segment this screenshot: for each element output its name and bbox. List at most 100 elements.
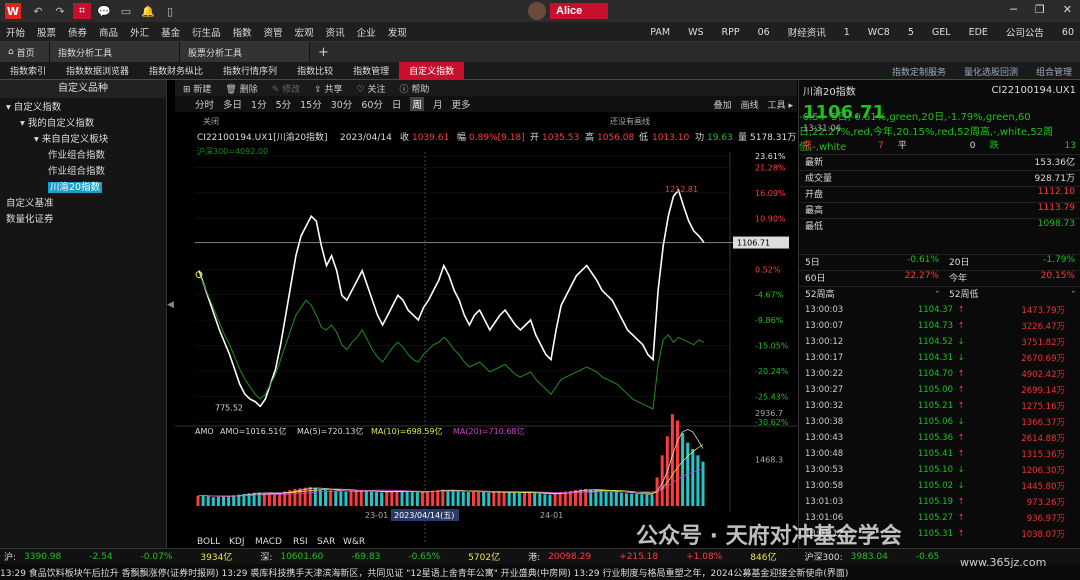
toolbar-button[interactable]: ✎ 修改 [272,82,300,95]
sub-link[interactable]: 量化选股回测 [964,65,1018,78]
tick-row[interactable]: 13:00:17 1104.31 ↓ 2670.69万 [799,350,1080,366]
tab-index-analysis[interactable]: 指数分析工具 [50,42,180,62]
volume-bar [538,493,542,506]
subtab[interactable]: 指数财务纵比 [139,62,213,80]
period-tab[interactable]: 30分 [331,97,353,111]
toolbar-button[interactable]: ⇪ 共享 [314,82,342,95]
period-tab[interactable]: 60分 [361,97,383,111]
doc-icon[interactable]: ▯ [161,3,179,19]
subtab[interactable]: 自定义指数 [399,61,465,80]
tree-node[interactable]: ▾ 来自自定义板块 [0,132,166,148]
tree-node[interactable]: 自定义基准 [0,196,166,212]
quick-code[interactable]: 公司公告 [1006,25,1044,39]
menu-item[interactable]: 开始 [0,25,31,39]
chart-tool[interactable]: 工具 ▸ [768,98,793,111]
quick-code[interactable]: WS [688,27,703,38]
menu-item[interactable]: 股票 [31,25,62,39]
news-ticker[interactable]: 13:29 食品饮料板块午后拉升 香飘飘涨停(证券时报网) 13:29 裘库科技… [0,564,1080,580]
tree-node[interactable]: 数量化证券 [0,212,166,228]
menu-item[interactable]: 资讯 [320,25,351,39]
period-tab[interactable]: 周 [410,97,424,111]
period-tab[interactable]: 15分 [300,97,322,111]
menu-item[interactable]: 宏观 [289,25,320,39]
tick-row[interactable]: 13:00:27 1105.00 ↑ 2699.14万 [799,382,1080,398]
menu-item[interactable]: 外汇 [124,25,155,39]
toolbar-button[interactable]: ⊞ 新建 [183,82,211,95]
quick-code[interactable]: 5 [908,27,914,38]
subtab[interactable]: 指数管理 [343,62,399,80]
quick-code[interactable]: 1 [844,27,850,38]
menu-item[interactable]: 企业 [351,25,382,39]
kline-chart[interactable]: CI22100194.UX1[川渝20指数] 2023/04/14 收 1039.61… [175,112,797,548]
period-tab[interactable]: 分时 [195,97,214,111]
tree-node[interactable]: 作业组合指数 [0,148,166,164]
monitor-icon[interactable]: ▭ [117,3,135,19]
volume-bar [507,492,511,506]
period-tab[interactable]: 月 [433,97,443,111]
quick-code[interactable]: RPP [722,27,740,38]
tab-home[interactable]: ⌂ 首页 [0,42,50,62]
close-icon[interactable]: ✕ [1063,3,1072,16]
maximize-icon[interactable]: ❐ [1035,3,1045,16]
tick-row[interactable]: 13:00:38 1105.06 ↓ 1366.37万 [799,414,1080,430]
forward-icon[interactable]: ↷ [51,3,69,19]
chart-tool[interactable]: 叠加 [714,98,732,111]
add-tab-button[interactable]: + [318,45,329,60]
tab-stock-analysis[interactable]: 股票分析工具 [180,42,310,62]
tick-row[interactable]: 13:00:53 1105.10 ↓ 1206.30万 [799,462,1080,478]
toolbar-button[interactable]: 🗑 删除 [225,82,257,95]
subtab[interactable]: 指数索引 [0,62,56,80]
collapse-handle[interactable]: ◀ [167,300,175,328]
period-tab[interactable]: 更多 [451,97,470,111]
chat-icon[interactable]: 💬 [95,3,113,19]
toolbar-button[interactable]: ⓘ 帮助 [399,82,429,95]
tick-row[interactable]: 13:00:03 1104.37 ↑ 1473.79万 [799,302,1080,318]
period-tab[interactable]: 日 [392,97,402,111]
user-badge[interactable]: Alice [528,2,609,20]
quick-code[interactable]: GEL [932,27,951,38]
quick-code[interactable]: EDE [969,27,988,38]
tick-row[interactable]: 13:00:32 1105.21 ↑ 1275.16万 [799,398,1080,414]
tree-node[interactable]: ▾ 自定义指数 [0,100,166,116]
tick-row[interactable]: 13:00:48 1105.41 ↑ 1315.36万 [799,446,1080,462]
menu-item[interactable]: 指数 [227,25,258,39]
tick-row[interactable]: 13:00:43 1105.36 ↑ 2614.88万 [799,430,1080,446]
sub-link[interactable]: 指数定制服务 [892,65,946,78]
quick-code[interactable]: WC8 [868,27,890,38]
menu-item[interactable]: 发现 [382,25,413,39]
back-icon[interactable]: ↶ [29,3,47,19]
volume-bar [329,489,333,506]
tick-row[interactable]: 13:00:22 1104.70 ↑ 4902.42万 [799,366,1080,382]
tick-row[interactable]: 13:01:03 1105.19 ↑ 973.26万 [799,494,1080,510]
quick-code[interactable]: PAM [650,27,670,38]
menu-item[interactable]: 基金 [155,25,186,39]
crop-icon[interactable]: ⌗ [73,3,91,19]
period-tab[interactable]: 1分 [251,97,267,111]
toolbar-button[interactable]: ♡ 关注 [357,82,386,95]
app-logo[interactable]: W [5,3,21,19]
period-tab[interactable]: 多日 [223,97,242,111]
quick-code[interactable]: 06 [758,27,770,38]
tick-row[interactable]: 13:00:58 1105.02 ↓ 1445.80万 [799,478,1080,494]
tick-row[interactable]: 13:00:07 1104.73 ↑ 3226.47万 [799,318,1080,334]
tick-list[interactable]: 13:00:03 1104.37 ↑ 1473.79万 13:00:07 1104.73 ↑… [799,302,1080,542]
subtab[interactable]: 指数比较 [287,62,343,80]
tree-node[interactable]: 川渝20指数 [0,180,166,196]
period-tab[interactable]: 5分 [276,97,292,111]
bell-icon[interactable]: 🔔 [139,3,157,19]
subtab[interactable]: 指数行情序列 [213,62,287,80]
quick-code[interactable]: 60 [1062,27,1074,38]
sub-link[interactable]: 组合管理 [1036,65,1072,78]
menu-item[interactable]: 债券 [62,25,93,39]
menu-item[interactable]: 商品 [93,25,124,39]
subtab[interactable]: 指数数据浏览器 [56,62,139,80]
chart-tool[interactable]: 画线 [741,98,759,111]
menu-item[interactable]: 衍生品 [186,25,227,39]
minimize-icon[interactable]: ─ [1010,3,1017,16]
quick-code[interactable]: 财经资讯 [788,25,826,39]
tree-node[interactable]: ▾ 我的自定义指数 [0,116,166,132]
menu-item[interactable]: 资管 [258,25,289,39]
tree-node[interactable]: 作业组合指数 [0,164,166,180]
tick-volume: 2614.88万 [1021,434,1065,444]
tick-row[interactable]: 13:00:12 1104.52 ↓ 3751.82万 [799,334,1080,350]
